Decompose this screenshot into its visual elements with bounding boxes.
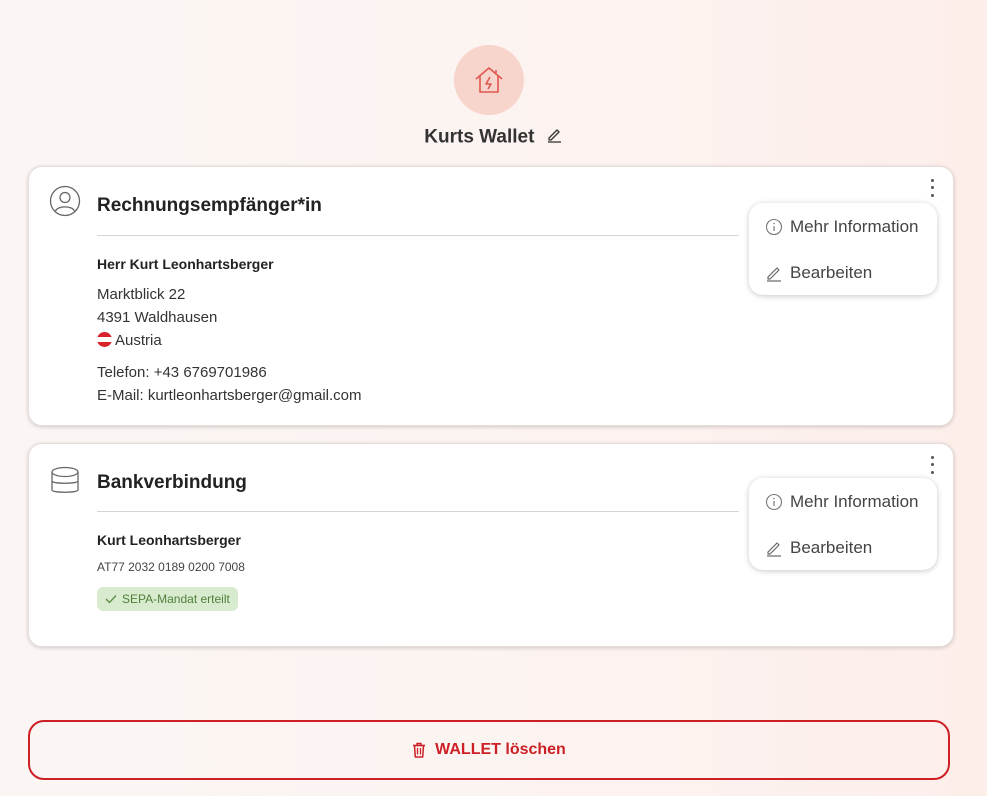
recipient-options-menu: Mehr Information Bearbeiten (749, 203, 937, 295)
info-icon (765, 493, 783, 511)
more-information-label: Mehr Information (790, 217, 919, 236)
bank-title: Bankverbindung (97, 472, 247, 493)
wallet-title: Kurts Wallet (424, 126, 535, 148)
trash-icon (413, 742, 426, 758)
pencil-icon (767, 542, 781, 557)
divider (97, 235, 739, 236)
database-icon (49, 466, 81, 498)
bank-options-menu: Mehr Information Bearbeiten (749, 478, 937, 570)
phone-text: Telefon: +43 6769701986 (97, 364, 267, 381)
pencil-icon (767, 267, 781, 282)
edit-menu-item[interactable]: Bearbeiten (765, 260, 872, 286)
iban-text: AT77 2032 0189 0200 7008 (97, 560, 245, 574)
edit-wallet-name-icon[interactable] (546, 126, 563, 149)
info-icon (765, 218, 783, 236)
more-information-menu-item[interactable]: Mehr Information (765, 214, 919, 240)
check-icon (105, 595, 117, 604)
more-information-label: Mehr Information (790, 492, 919, 511)
more-information-menu-item[interactable]: Mehr Information (765, 489, 919, 515)
address-city: 4391 Waldhausen (97, 309, 218, 326)
account-holder-name: Kurt Leonhartsberger (97, 532, 241, 548)
address-street: Marktblick 22 (97, 286, 186, 303)
edit-label: Bearbeiten (790, 538, 873, 557)
sepa-badge-label: SEPA-Mandat erteilt (122, 592, 230, 606)
wallet-header: Kurts Wallet (0, 0, 987, 160)
recipient-card: Rechnungsempfänger*in Mehr Information B… (28, 166, 954, 426)
divider (97, 511, 739, 512)
recipient-title: Rechnungsempfänger*in (97, 195, 322, 216)
address-country: Austria (97, 332, 162, 349)
country-label: Austria (115, 332, 162, 349)
email-text: E-Mail: kurtleonhartsberger@gmail.com (97, 387, 362, 404)
more-options-icon[interactable] (927, 177, 937, 199)
delete-wallet-button[interactable]: WALLET löschen (28, 720, 950, 780)
bank-card: Bankverbindung Mehr Information Bearbeit… (28, 443, 954, 647)
delete-wallet-label: WALLET löschen (435, 741, 566, 758)
user-icon (49, 185, 81, 217)
wallet-title-row: Kurts Wallet (0, 126, 987, 149)
more-options-icon[interactable] (927, 454, 937, 476)
recipient-name: Herr Kurt Leonhartsberger (97, 256, 274, 272)
austria-flag-icon (97, 332, 112, 347)
edit-label: Bearbeiten (790, 263, 873, 282)
house-lightning-icon (454, 45, 524, 115)
edit-menu-item[interactable]: Bearbeiten (765, 535, 872, 561)
sepa-status-badge: SEPA-Mandat erteilt (97, 587, 238, 611)
